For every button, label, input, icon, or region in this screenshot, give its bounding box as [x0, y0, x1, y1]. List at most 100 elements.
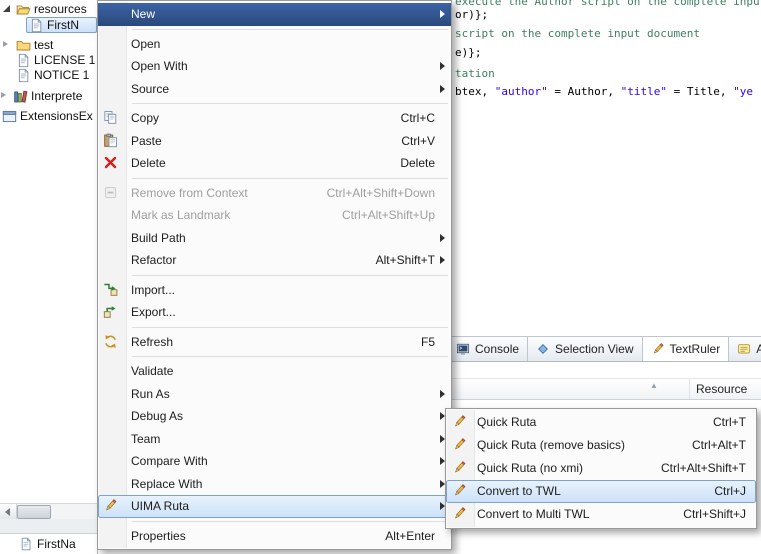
menu-item-mark-as-landmark: Mark as LandmarkCtrl+Alt+Shift+Up: [98, 204, 451, 227]
scroll-left-button[interactable]: [0, 504, 17, 519]
pencil-icon: [452, 483, 468, 499]
menu-icon-slot: [103, 36, 119, 52]
menu-icon-slot: [103, 453, 119, 469]
tab-label: TextRuler: [670, 342, 721, 356]
tab-label: Console: [475, 342, 519, 356]
menu-item-open-with[interactable]: Open With: [98, 55, 451, 78]
menu-item-delete[interactable]: DeleteDelete: [98, 152, 451, 175]
pencil-icon: [452, 460, 468, 476]
menu-item-shortcut: Ctrl+Alt+T: [692, 434, 746, 457]
tab-textruler[interactable]: TextRuler: [643, 337, 730, 361]
menu-item-shortcut: Ctrl+J: [714, 480, 746, 503]
menu-item-shortcut: Ctrl+V: [401, 130, 435, 153]
menu-item-quick-ruta-remove-basics[interactable]: Quick Ruta (remove basics) Ctrl+Alt+T: [446, 434, 756, 457]
tree-item-label: FirstN: [47, 18, 79, 32]
file-icon: [16, 68, 31, 83]
tree-item-resources[interactable]: resources: [0, 1, 97, 17]
menu-icon-slot: [103, 81, 119, 97]
menu-item-build-path[interactable]: Build Path: [98, 227, 451, 250]
tree-item-notice-1[interactable]: NOTICE 1: [0, 67, 97, 83]
submenu-arrow-icon: [440, 234, 445, 242]
menu-item-label: Source: [131, 82, 169, 96]
menu-item-label: Refresh: [131, 335, 173, 349]
menu-item-label: Convert to TWL: [477, 484, 561, 498]
code-segment: e)};: [455, 46, 482, 59]
code-line: execute the Author script on the complet…: [455, 0, 761, 10]
menu-item-uima-ruta[interactable]: UIMA Ruta: [98, 495, 451, 518]
menu-icon-slot: [103, 230, 119, 246]
project-tree: resourcesFirstN testLICENSE 1NOTICE 1 Inte…: [0, 0, 97, 500]
twistie-collapsed-icon[interactable]: [1, 92, 6, 98]
menu-item-copy[interactable]: CopyCtrl+C: [98, 107, 451, 130]
menu-item-refresh[interactable]: Refresh F5: [98, 331, 451, 354]
tree-item-extensionsex[interactable]: ExtensionsEx: [0, 108, 97, 124]
folder-open-icon: [16, 2, 31, 17]
code-segment: "title": [621, 85, 667, 98]
menu-separator: [98, 272, 451, 279]
menu-item-export[interactable]: Export...: [98, 301, 451, 324]
tab-selection-view[interactable]: Selection View: [528, 337, 643, 361]
menu-item-new[interactable]: New: [98, 3, 451, 26]
menu-icon-slot: [103, 408, 119, 424]
menu-icon-slot: [103, 476, 119, 492]
code-segment: = Author,: [548, 85, 621, 98]
menu-item-quick-ruta[interactable]: Quick RutaCtrl+T: [446, 411, 756, 434]
library-icon: [13, 89, 28, 104]
tab-console[interactable]: Console: [447, 337, 528, 361]
tab-annotatio[interactable]: Annotatio: [729, 337, 761, 361]
scrollbar-thumb[interactable]: [17, 505, 51, 519]
menu-item-label: Remove from Context: [131, 186, 248, 200]
tree-item-test[interactable]: test: [0, 37, 97, 53]
menu-icon-slot: [103, 363, 119, 379]
menu-item-properties[interactable]: PropertiesAlt+Enter: [98, 525, 451, 548]
menu-item-label: Debug As: [131, 409, 183, 423]
column-header-resource[interactable]: Resource: [696, 379, 747, 399]
bottom-item-row[interactable]: FirstNa: [0, 533, 97, 554]
menu-item-validate[interactable]: Validate: [98, 360, 451, 383]
menu-item-compare-with[interactable]: Compare With: [98, 450, 451, 473]
menu-item-refactor[interactable]: RefactorAlt+Shift+T: [98, 249, 451, 272]
menu-item-remove-from-context: Remove from ContextCtrl+Alt+Shift+Down: [98, 182, 451, 205]
code-segment: btex,: [455, 85, 495, 98]
menu-item-paste[interactable]: PasteCtrl+V: [98, 130, 451, 153]
menu-icon-slot: [103, 431, 119, 447]
tree-item-interprete[interactable]: Interprete: [0, 88, 97, 104]
menu-item-shortcut: F5: [421, 331, 435, 354]
menu-item-replace-with[interactable]: Replace With: [98, 473, 451, 496]
menu-item-debug-as[interactable]: Debug As: [98, 405, 451, 428]
menu-item-convert-to-multi-twl[interactable]: Convert to Multi TWLCtrl+Shift+J: [446, 503, 756, 526]
annotation-icon: [737, 342, 751, 356]
tree-item-label: ExtensionsEx: [20, 109, 93, 123]
menu-item-shortcut: Ctrl+Alt+Shift+Up: [342, 204, 435, 227]
menu-item-label: Compare With: [131, 454, 208, 468]
menu-item-shortcut: Alt+Enter: [385, 525, 435, 548]
code-segment: = Title,: [667, 85, 733, 98]
code-segment: script on the complete input document: [455, 27, 700, 40]
menu-item-convert-to-twl[interactable]: Convert to TWL Ctrl+J: [446, 480, 756, 503]
menu-item-source[interactable]: Source: [98, 78, 451, 101]
menu-item-label: Quick Ruta: [477, 415, 536, 429]
tab-label: Selection View: [555, 342, 634, 356]
menu-item-label: Open: [131, 37, 160, 51]
twistie-expanded-icon[interactable]: [3, 5, 10, 12]
pencil-icon: [452, 437, 468, 453]
pencil-icon: [452, 506, 468, 522]
copy-icon: [103, 110, 119, 126]
tree-item-label: LICENSE 1: [34, 53, 95, 67]
menu-item-label: Validate: [131, 364, 173, 378]
menu-item-label: Quick Ruta (remove basics): [477, 438, 625, 452]
tree-item-license-1[interactable]: LICENSE 1: [0, 52, 97, 68]
tree-item-firstn[interactable]: FirstN: [0, 17, 97, 33]
menu-item-run-as[interactable]: Run As: [98, 383, 451, 406]
code-segment: "author": [495, 85, 548, 98]
menu-item-import[interactable]: Import...: [98, 279, 451, 302]
menu-item-open[interactable]: Open: [98, 33, 451, 56]
sort-indicator-icon: ▲: [650, 381, 658, 390]
submenu-arrow-icon: [440, 85, 445, 93]
menu-item-quick-ruta-no-xmi[interactable]: Quick Ruta (no xmi)Ctrl+Alt+Shift+T: [446, 457, 756, 480]
menu-item-label: Copy: [131, 111, 159, 125]
menu-item-team[interactable]: Team: [98, 428, 451, 451]
twistie-collapsed-icon[interactable]: [3, 41, 8, 47]
horizontal-scrollbar[interactable]: [0, 503, 97, 520]
menu-icon-slot: [103, 386, 119, 402]
